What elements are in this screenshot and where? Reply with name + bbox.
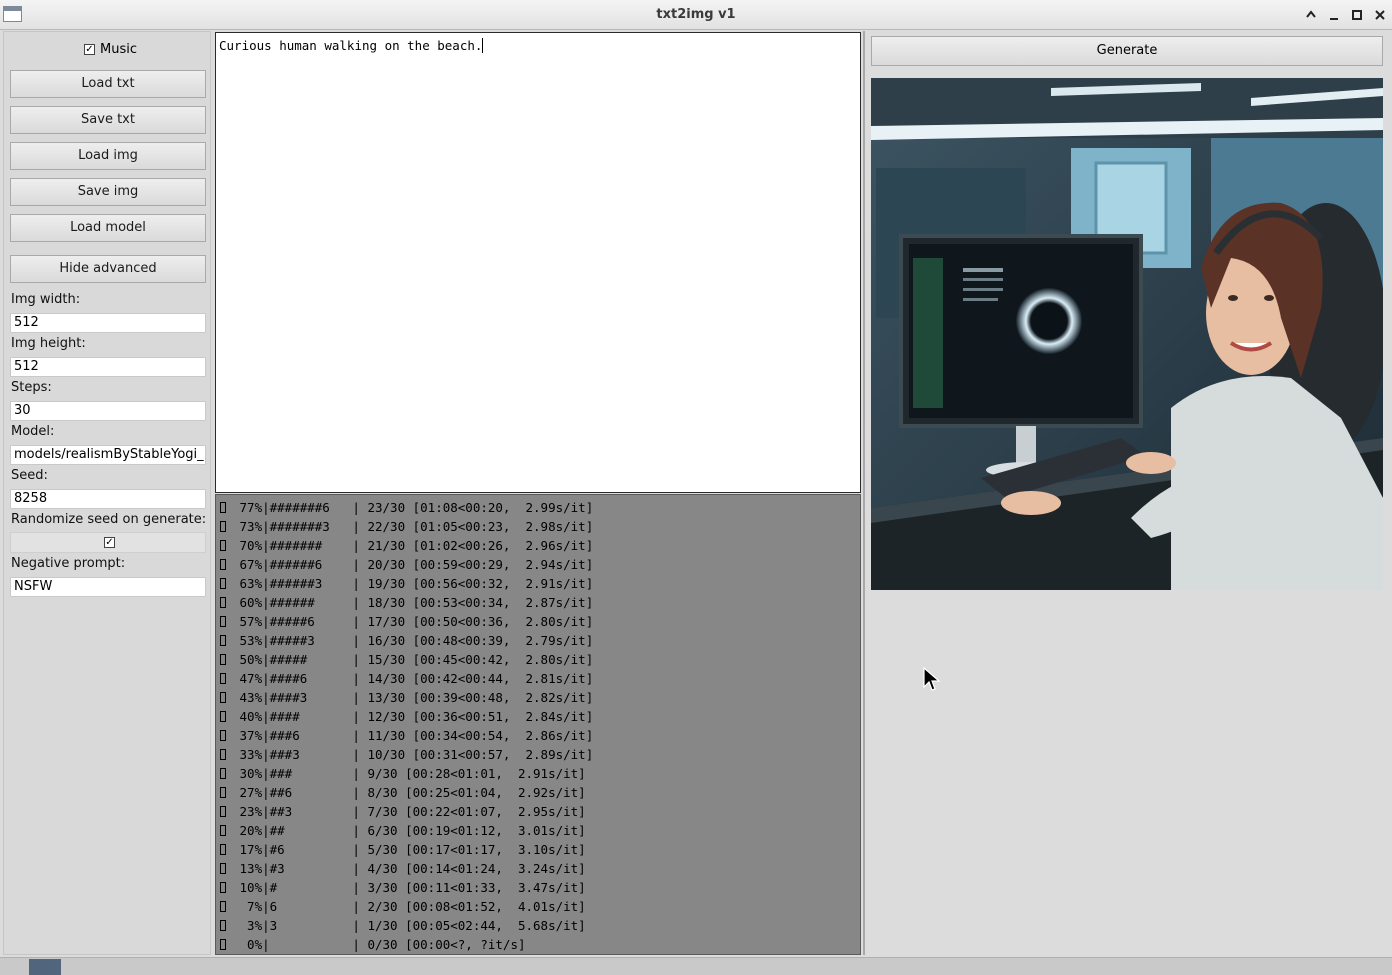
console-line: 7%|6 | 2/30 [00:08<01:52, 4.01s/it] — [220, 899, 860, 918]
model-field[interactable]: models/realismByStableYogi_ — [10, 445, 206, 465]
console-line: 63%|######3 | 19/30 [00:56<00:32, 2.91s/… — [220, 576, 860, 595]
save-txt-button[interactable]: Save txt — [10, 106, 206, 134]
seed-label: Seed: — [11, 468, 48, 483]
chevron-up-icon[interactable] — [1302, 5, 1320, 25]
console-line: 57%|#####6 | 17/30 [00:50<00:36, 2.80s/i… — [220, 614, 860, 633]
missing-glyph-icon — [220, 597, 226, 608]
mouse-cursor-icon — [923, 667, 941, 691]
console-line: 43%|####3 | 13/30 [00:39<00:48, 2.82s/it… — [220, 690, 860, 709]
missing-glyph-icon — [220, 863, 226, 874]
console-line: 47%|####6 | 14/30 [00:42<00:44, 2.81s/it… — [220, 671, 860, 690]
missing-glyph-icon — [220, 654, 226, 665]
progress-console[interactable]: 77%|#######6 | 23/30 [01:08<00:20, 2.99s… — [215, 494, 861, 955]
console-line: 53%|#####3 | 16/30 [00:48<00:39, 2.79s/i… — [220, 633, 860, 652]
minimize-icon[interactable] — [1325, 5, 1343, 25]
load-txt-button[interactable]: Load txt — [10, 70, 206, 98]
missing-glyph-icon — [220, 901, 226, 912]
missing-glyph-icon — [220, 673, 226, 684]
img-width-label: Img width: — [11, 292, 81, 307]
pane-divider[interactable] — [863, 31, 865, 955]
taskbar — [0, 957, 1392, 975]
console-line: 30%|### | 9/30 [00:28<01:01, 2.91s/it] — [220, 766, 860, 785]
randomize-seed-toggle[interactable] — [10, 532, 206, 553]
console-line: 37%|###6 | 11/30 [00:34<00:54, 2.86s/it] — [220, 728, 860, 747]
text-caret — [482, 38, 484, 53]
console-line: 13%|#3 | 4/30 [00:14<01:24, 3.24s/it] — [220, 861, 860, 880]
save-img-button[interactable]: Save img — [10, 178, 206, 206]
negative-prompt-field[interactable]: NSFW — [10, 577, 206, 597]
randomize-seed-label: Randomize seed on generate: — [11, 512, 207, 527]
console-line: 50%|##### | 15/30 [00:45<00:42, 2.80s/it… — [220, 652, 860, 671]
console-line: 40%|#### | 12/30 [00:36<00:51, 2.84s/it] — [220, 709, 860, 728]
load-img-button[interactable]: Load img — [10, 142, 206, 170]
console-line: 70%|####### | 21/30 [01:02<00:26, 2.96s/… — [220, 538, 860, 557]
console-line: 10%|# | 3/30 [00:11<01:33, 3.47s/it] — [220, 880, 860, 899]
load-model-button[interactable]: Load model — [10, 214, 206, 242]
negative-prompt-label: Negative prompt: — [11, 556, 126, 571]
missing-glyph-icon — [220, 920, 226, 931]
console-line: 67%|######6 | 20/30 [00:59<00:29, 2.94s/… — [220, 557, 860, 576]
img-width-field[interactable]: 512 — [10, 313, 206, 333]
close-icon[interactable] — [1371, 5, 1389, 25]
hide-advanced-button[interactable]: Hide advanced — [10, 255, 206, 283]
missing-glyph-icon — [220, 825, 226, 836]
generated-image — [871, 78, 1383, 590]
missing-glyph-icon — [220, 749, 226, 760]
generate-button[interactable]: Generate — [871, 36, 1383, 66]
missing-glyph-icon — [220, 768, 226, 779]
missing-glyph-icon — [220, 806, 226, 817]
missing-glyph-icon — [220, 692, 226, 703]
prompt-textarea[interactable]: Curious human walking on the beach. — [215, 32, 861, 493]
missing-glyph-icon — [220, 844, 226, 855]
missing-glyph-icon — [220, 540, 226, 551]
seed-field[interactable]: 8258 — [10, 489, 206, 509]
console-line: 77%|#######6 | 23/30 [01:08<00:20, 2.99s… — [220, 500, 860, 519]
console-line: 3%|3 | 1/30 [00:05<02:44, 5.68s/it] — [220, 918, 860, 937]
sidebar: Music Load txt Save txt Load img Save im… — [3, 31, 211, 955]
missing-glyph-icon — [220, 711, 226, 722]
title-bar: txt2img v1 — [0, 0, 1392, 30]
console-line: 60%|###### | 18/30 [00:53<00:34, 2.87s/i… — [220, 595, 860, 614]
console-line: 33%|###3 | 10/30 [00:31<00:57, 2.89s/it] — [220, 747, 860, 766]
missing-glyph-icon — [220, 787, 226, 798]
taskbar-item[interactable] — [29, 959, 61, 975]
missing-glyph-icon — [220, 578, 226, 589]
missing-glyph-icon — [220, 730, 226, 741]
missing-glyph-icon — [220, 521, 226, 532]
randomize-seed-checkbox[interactable] — [104, 537, 115, 548]
music-label: Music — [100, 41, 137, 57]
music-checkbox[interactable] — [84, 43, 95, 55]
model-label: Model: — [11, 424, 55, 439]
maximize-icon[interactable] — [1348, 5, 1366, 25]
music-toggle[interactable]: Music — [84, 40, 137, 58]
console-line: 0%| | 0/30 [00:00<?, ?it/s] — [220, 937, 860, 954]
console-line: 20%|## | 6/30 [00:19<01:12, 3.01s/it] — [220, 823, 860, 842]
missing-glyph-icon — [220, 882, 226, 893]
missing-glyph-icon — [220, 939, 226, 950]
img-height-field[interactable]: 512 — [10, 357, 206, 377]
missing-glyph-icon — [220, 635, 226, 646]
missing-glyph-icon — [220, 502, 226, 513]
prompt-text: Curious human walking on the beach. — [219, 38, 483, 53]
missing-glyph-icon — [220, 559, 226, 570]
window-title: txt2img v1 — [656, 7, 736, 22]
img-height-label: Img height: — [11, 336, 86, 351]
console-line: 17%|#6 | 5/30 [00:17<01:17, 3.10s/it] — [220, 842, 860, 861]
console-line: 73%|#######3 | 22/30 [01:05<00:23, 2.98s… — [220, 519, 860, 538]
console-line: 23%|##3 | 7/30 [00:22<01:07, 2.95s/it] — [220, 804, 860, 823]
console-line: 27%|##6 | 8/30 [00:25<01:04, 2.92s/it] — [220, 785, 860, 804]
steps-label: Steps: — [11, 380, 52, 395]
steps-field[interactable]: 30 — [10, 401, 206, 421]
missing-glyph-icon — [220, 616, 226, 627]
